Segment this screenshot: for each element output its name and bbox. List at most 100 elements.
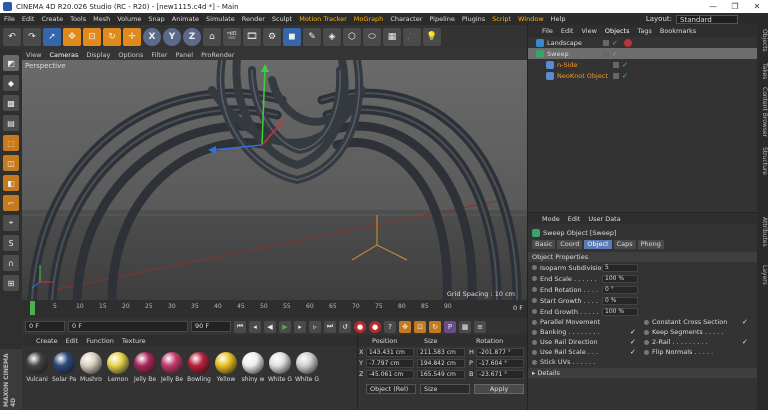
- menu-snap[interactable]: Snap: [148, 15, 164, 23]
- viewport-menu-prorender[interactable]: ProRender: [201, 51, 234, 59]
- floor-icon[interactable]: ▦: [383, 28, 401, 46]
- preview-range-slider[interactable]: 0 F: [68, 321, 188, 332]
- layout-dropdown[interactable]: Standard: [676, 14, 738, 24]
- start-frame-field[interactable]: 0 F: [25, 321, 65, 332]
- menu-mograph[interactable]: MoGraph: [354, 15, 384, 23]
- visibility-dots[interactable]: [613, 72, 619, 79]
- material-swatch[interactable]: White G: [268, 352, 292, 383]
- menu-help[interactable]: Help: [551, 15, 566, 23]
- details-section-toggle[interactable]: ▸ Details: [528, 368, 757, 378]
- animate-dot-icon[interactable]: [532, 309, 537, 314]
- snap-icon[interactable]: S: [3, 235, 19, 251]
- material-tag-icon[interactable]: [623, 38, 632, 47]
- object-row-sweep[interactable]: Sweep ✓: [528, 48, 757, 59]
- animate-dot-icon[interactable]: [532, 359, 537, 365]
- om-menu-bookmarks[interactable]: Bookmarks: [660, 27, 696, 35]
- option-stick-uvs[interactable]: Stick UVs . . . . . .: [528, 357, 640, 367]
- om-menu-view[interactable]: View: [581, 27, 596, 35]
- edges-mode-icon[interactable]: ◫: [3, 155, 19, 171]
- subdivision-surface-icon[interactable]: ◈: [323, 28, 341, 46]
- magnet-icon[interactable]: ∩: [3, 255, 19, 271]
- next-key-icon[interactable]: ▹: [309, 320, 321, 333]
- tab-structure-vertical[interactable]: Structure: [757, 147, 768, 175]
- animate-dot-icon[interactable]: [532, 319, 537, 325]
- timeline-ruler[interactable]: 0 5 10 15 20 25 30 35 40 45 50 55 60 65 …: [30, 303, 467, 313]
- close-button[interactable]: ✕: [746, 2, 768, 11]
- visibility-dots[interactable]: [603, 39, 609, 46]
- 3d-viewport[interactable]: Perspective Grid Spacing : 10 cm: [22, 60, 527, 300]
- viewport-menu-cameras[interactable]: Cameras: [49, 51, 78, 59]
- object-row-n-side[interactable]: n-Side ✓: [528, 59, 757, 70]
- material-swatch[interactable]: Jelly Be: [160, 352, 184, 383]
- viewport-menu-filter[interactable]: Filter: [151, 51, 167, 59]
- autokey-icon[interactable]: ●: [369, 320, 381, 333]
- animate-dot-icon[interactable]: [532, 276, 537, 281]
- tweak-mode-icon[interactable]: ⌖: [3, 215, 19, 231]
- menu-animate[interactable]: Animate: [172, 15, 199, 23]
- enabled-check-icon[interactable]: ✓: [622, 72, 628, 80]
- checkbox[interactable]: ✓: [742, 318, 748, 326]
- minimize-button[interactable]: —: [702, 2, 724, 11]
- tab-basic[interactable]: Basic: [532, 240, 556, 249]
- checkbox[interactable]: ✓: [630, 338, 636, 346]
- animate-dot-icon[interactable]: [532, 265, 537, 270]
- undo-icon[interactable]: ↶: [3, 28, 21, 46]
- animate-dot-icon[interactable]: [532, 329, 537, 335]
- object-row-landscape[interactable]: Landscape ✓: [528, 37, 757, 48]
- select-arrow-icon[interactable]: ➚: [43, 28, 61, 46]
- coordinate-system-icon[interactable]: ⌂: [203, 28, 221, 46]
- tab-coord[interactable]: Coord: [557, 240, 583, 249]
- rotation-b-field[interactable]: -23.671 °: [476, 369, 524, 379]
- material-swatch[interactable]: Yellow: [214, 352, 238, 383]
- parameter-key-icon[interactable]: P: [444, 320, 456, 333]
- end-frame-field[interactable]: 90 F: [191, 321, 231, 332]
- animate-dot-icon[interactable]: [644, 319, 649, 325]
- option-use-rail-direction[interactable]: Use Rail Direction ✓: [528, 337, 640, 347]
- menu-pipeline[interactable]: Pipeline: [429, 15, 454, 23]
- render-settings-icon[interactable]: ⚙: [263, 28, 281, 46]
- checkbox[interactable]: ✓: [630, 348, 636, 356]
- menu-mesh[interactable]: Mesh: [93, 15, 110, 23]
- checkbox[interactable]: ✓: [630, 328, 636, 336]
- menu-file[interactable]: File: [4, 15, 15, 23]
- tab-attributes-vertical[interactable]: Attributes: [757, 217, 768, 247]
- cube-primitive-icon[interactable]: ◼: [283, 28, 301, 46]
- menu-script[interactable]: Script: [492, 15, 511, 23]
- y-axis-lock-button[interactable]: Y: [163, 28, 181, 46]
- position-key-icon[interactable]: ✥: [399, 320, 411, 333]
- render-view-icon[interactable]: 🎬: [223, 28, 241, 46]
- maximize-button[interactable]: ❐: [724, 2, 746, 11]
- coordinate-mode-dropdown[interactable]: Object (Rel): [366, 384, 416, 394]
- rotation-p-field[interactable]: -17.604 °: [476, 358, 524, 368]
- tab-layers-vertical[interactable]: Layers: [757, 265, 768, 285]
- material-menu-texture[interactable]: Texture: [122, 337, 146, 345]
- menu-plugins[interactable]: Plugins: [462, 15, 485, 23]
- option-use-rail-scale[interactable]: Use Rail Scale . . . ✓: [528, 347, 640, 357]
- apply-button[interactable]: Apply: [474, 384, 524, 394]
- points-mode-icon[interactable]: ⬚: [3, 135, 19, 151]
- model-mode-icon[interactable]: ◆: [3, 75, 19, 91]
- am-menu-edit[interactable]: Edit: [568, 215, 581, 223]
- tab-takes-vertical[interactable]: Takes: [757, 63, 768, 79]
- start-growth-field[interactable]: 0 %: [602, 296, 638, 305]
- om-menu-edit[interactable]: Edit: [561, 27, 574, 35]
- step-forward-icon[interactable]: ▸: [294, 320, 306, 333]
- rotate-tool-icon[interactable]: ↻: [103, 28, 121, 46]
- animate-dot-icon[interactable]: [532, 339, 537, 345]
- menu-character[interactable]: Character: [390, 15, 422, 23]
- animate-dot-icon[interactable]: [532, 298, 537, 303]
- material-swatch[interactable]: Mushro: [79, 352, 103, 383]
- menu-window[interactable]: Window: [518, 15, 544, 23]
- z-axis-lock-button[interactable]: Z: [183, 28, 201, 46]
- animate-dot-icon[interactable]: [644, 349, 649, 355]
- viewport-menu-view[interactable]: View: [26, 51, 41, 59]
- record-icon[interactable]: ●: [354, 320, 366, 333]
- camera-icon[interactable]: 🎥: [403, 28, 421, 46]
- menu-render[interactable]: Render: [242, 15, 265, 23]
- axis-mode-icon[interactable]: ⌐: [3, 195, 19, 211]
- menu-motion-tracker[interactable]: Motion Tracker: [299, 15, 347, 23]
- timeline-playhead[interactable]: [30, 301, 35, 315]
- texture-mode-icon[interactable]: ▩: [3, 95, 19, 111]
- menu-volume[interactable]: Volume: [117, 15, 141, 23]
- size-z-field[interactable]: 165.549 cm: [417, 369, 465, 379]
